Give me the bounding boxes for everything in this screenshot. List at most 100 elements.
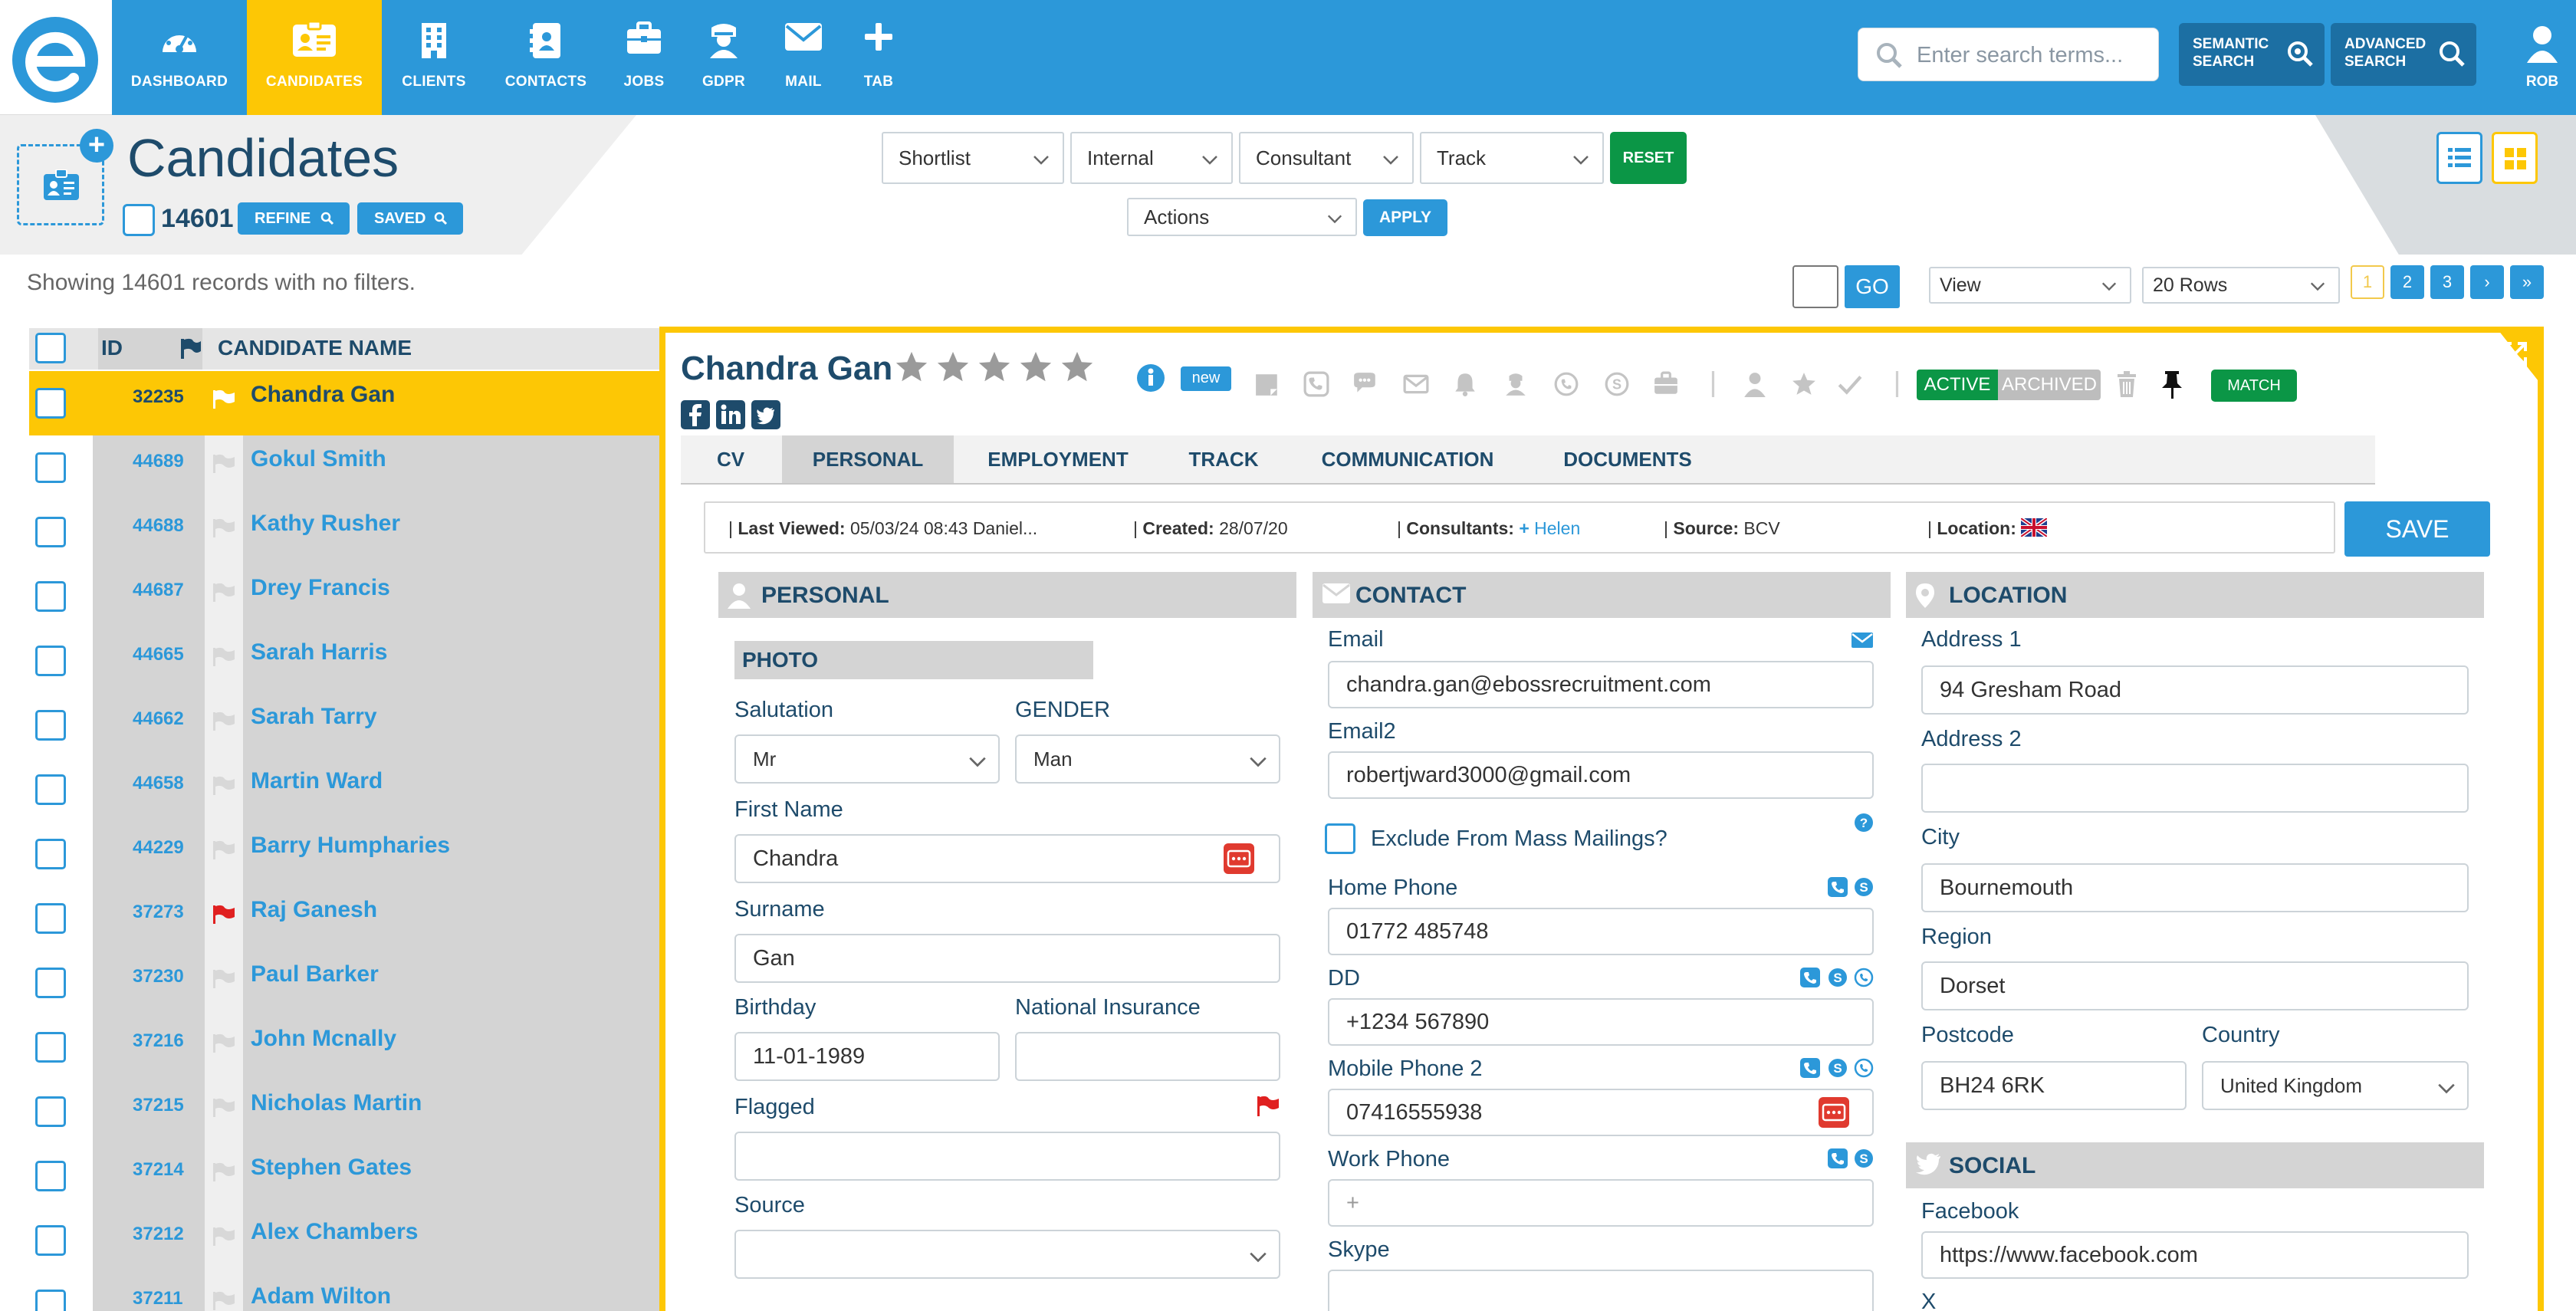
- reset-button[interactable]: RESET: [1610, 132, 1687, 184]
- table-row[interactable]: 44689 Gokul Smith: [29, 435, 659, 500]
- phone-icon[interactable]: [1828, 1148, 1848, 1168]
- address1-field[interactable]: 94 Gresham Road: [1921, 665, 2469, 715]
- candidate-id[interactable]: 37214: [93, 1144, 205, 1208]
- table-row[interactable]: 44658 Martin Ward: [29, 757, 659, 822]
- email2-field[interactable]: robertjward3000@gmail.com: [1328, 751, 1874, 799]
- city-field[interactable]: Bournemouth: [1921, 863, 2469, 912]
- ebos-logo[interactable]: [0, 0, 112, 115]
- table-row[interactable]: 37211 Adam Wilton: [29, 1273, 659, 1311]
- table-row[interactable]: 44229 Barry Humpharies: [29, 822, 659, 886]
- tab-personal[interactable]: PERSONAL: [782, 435, 954, 483]
- star-outline-icon[interactable]: [1791, 371, 1817, 397]
- briefcase-icon[interactable]: [1653, 371, 1679, 397]
- candidate-name-link[interactable]: Martin Ward: [251, 768, 383, 794]
- tab-track[interactable]: TRACK: [1162, 435, 1285, 483]
- consultant-link[interactable]: Helen: [1534, 518, 1580, 538]
- page-number-input[interactable]: [1792, 265, 1838, 308]
- status-toggle[interactable]: ACTIVE ARCHIVED: [1917, 370, 2101, 400]
- candidate-id[interactable]: 44687: [93, 564, 205, 629]
- flag-cell[interactable]: [205, 951, 243, 1015]
- candidate-name-cell[interactable]: Alex Chambers: [243, 1208, 659, 1273]
- flag-cell[interactable]: [205, 500, 243, 564]
- flag-cell[interactable]: [205, 1273, 243, 1311]
- salutation-select[interactable]: Mr: [734, 734, 1000, 784]
- candidate-id[interactable]: 32235: [93, 371, 205, 435]
- person-icon[interactable]: [1742, 371, 1768, 397]
- whatsapp-icon[interactable]: [1854, 1058, 1874, 1078]
- chat-icon[interactable]: [1352, 371, 1378, 397]
- candidate-id[interactable]: 37230: [93, 951, 205, 1015]
- note-icon[interactable]: [1254, 371, 1280, 397]
- table-row[interactable]: 44687 Drey Francis: [29, 564, 659, 629]
- flag-cell[interactable]: [205, 886, 243, 951]
- candidate-id[interactable]: 37215: [93, 1079, 205, 1144]
- address2-field[interactable]: [1921, 764, 2469, 813]
- country-select[interactable]: United Kingdom: [2202, 1061, 2469, 1110]
- nav-dashboard[interactable]: DASHBOARD: [112, 0, 247, 115]
- candidate-name-link[interactable]: Raj Ganesh: [251, 897, 377, 922]
- candidate-name-cell[interactable]: Raj Ganesh: [243, 886, 659, 951]
- candidate-name-link[interactable]: Kathy Rusher: [251, 511, 400, 536]
- candidate-name-link[interactable]: Adam Wilton: [251, 1283, 391, 1309]
- dd-field[interactable]: +1234 567890: [1328, 998, 1874, 1046]
- candidate-id[interactable]: 44688: [93, 500, 205, 564]
- star-icon[interactable]: [977, 350, 1012, 385]
- candidate-name-cell[interactable]: Drey Francis: [243, 564, 659, 629]
- check-icon[interactable]: [1837, 371, 1863, 397]
- help-icon[interactable]: ?: [1854, 813, 1874, 833]
- candidate-name-cell[interactable]: Nicholas Martin: [243, 1079, 659, 1144]
- refine-button[interactable]: REFINE: [238, 202, 350, 235]
- flag-cell[interactable]: [205, 1208, 243, 1273]
- info-icon[interactable]: [1136, 363, 1165, 393]
- consultant-select[interactable]: Consultant: [1239, 132, 1414, 184]
- candidate-id[interactable]: 44689: [93, 435, 205, 500]
- candidate-id[interactable]: 37216: [93, 1015, 205, 1079]
- first-name-field[interactable]: Chandra: [734, 834, 1280, 883]
- row-checkbox[interactable]: [35, 1290, 66, 1311]
- row-checkbox[interactable]: [35, 646, 66, 676]
- candidate-name-cell[interactable]: Paul Barker: [243, 951, 659, 1015]
- candidate-name-cell[interactable]: Martin Ward: [243, 757, 659, 822]
- phone-icon[interactable]: [1800, 1058, 1820, 1078]
- save-button[interactable]: SAVE: [2344, 501, 2490, 557]
- table-row[interactable]: 32235 Chandra Gan: [29, 371, 659, 435]
- facebook-field[interactable]: https://www.facebook.com: [1921, 1231, 2469, 1279]
- row-checkbox[interactable]: [35, 1032, 66, 1063]
- skype-icon[interactable]: S: [1854, 1148, 1874, 1168]
- select-all-rows-checkbox[interactable]: [35, 333, 66, 363]
- name-column-header[interactable]: CANDIDATE NAME: [218, 336, 412, 360]
- saved-button[interactable]: SAVED: [357, 202, 463, 235]
- send-email-icon[interactable]: [1851, 632, 1874, 649]
- skype-icon[interactable]: S: [1854, 877, 1874, 897]
- twitter-icon[interactable]: [751, 400, 780, 429]
- password-dots-icon[interactable]: [1224, 843, 1254, 874]
- row-checkbox[interactable]: [35, 839, 66, 869]
- flag-cell[interactable]: [205, 1144, 243, 1208]
- row-checkbox[interactable]: [35, 1161, 66, 1191]
- star-icon[interactable]: [894, 350, 929, 385]
- region-field[interactable]: Dorset: [1921, 961, 2469, 1010]
- tab-documents[interactable]: DOCUMENTS: [1530, 435, 1725, 483]
- candidate-name-link[interactable]: Drey Francis: [251, 575, 390, 600]
- bell-icon[interactable]: [1452, 371, 1478, 397]
- nav-candidates[interactable]: CANDIDATES: [247, 0, 382, 115]
- flag-cell[interactable]: [205, 1015, 243, 1079]
- table-row[interactable]: 37212 Alex Chambers: [29, 1208, 659, 1273]
- row-checkbox[interactable]: [35, 710, 66, 741]
- whatsapp-icon[interactable]: [1854, 968, 1874, 987]
- facebook-icon[interactable]: [681, 400, 710, 429]
- trash-icon[interactable]: [2116, 371, 2137, 397]
- select-all-checkbox[interactable]: [123, 204, 155, 236]
- candidate-name-cell[interactable]: Barry Humpharies: [243, 822, 659, 886]
- match-button[interactable]: MATCH: [2211, 370, 2297, 402]
- candidate-name-link[interactable]: Alex Chambers: [251, 1219, 418, 1244]
- candidate-name-cell[interactable]: John Mcnally: [243, 1015, 659, 1079]
- nav-tab[interactable]: TAB: [811, 0, 946, 115]
- advanced-search-button[interactable]: ADVANCED SEARCH: [2331, 23, 2476, 86]
- expand-icon[interactable]: [2501, 340, 2528, 368]
- skype-field[interactable]: [1328, 1270, 1874, 1311]
- apply-button[interactable]: APPLY: [1363, 199, 1447, 236]
- candidate-name-link[interactable]: John Mcnally: [251, 1026, 396, 1051]
- row-checkbox[interactable]: [35, 1096, 66, 1127]
- candidate-name-cell[interactable]: Kathy Rusher: [243, 500, 659, 564]
